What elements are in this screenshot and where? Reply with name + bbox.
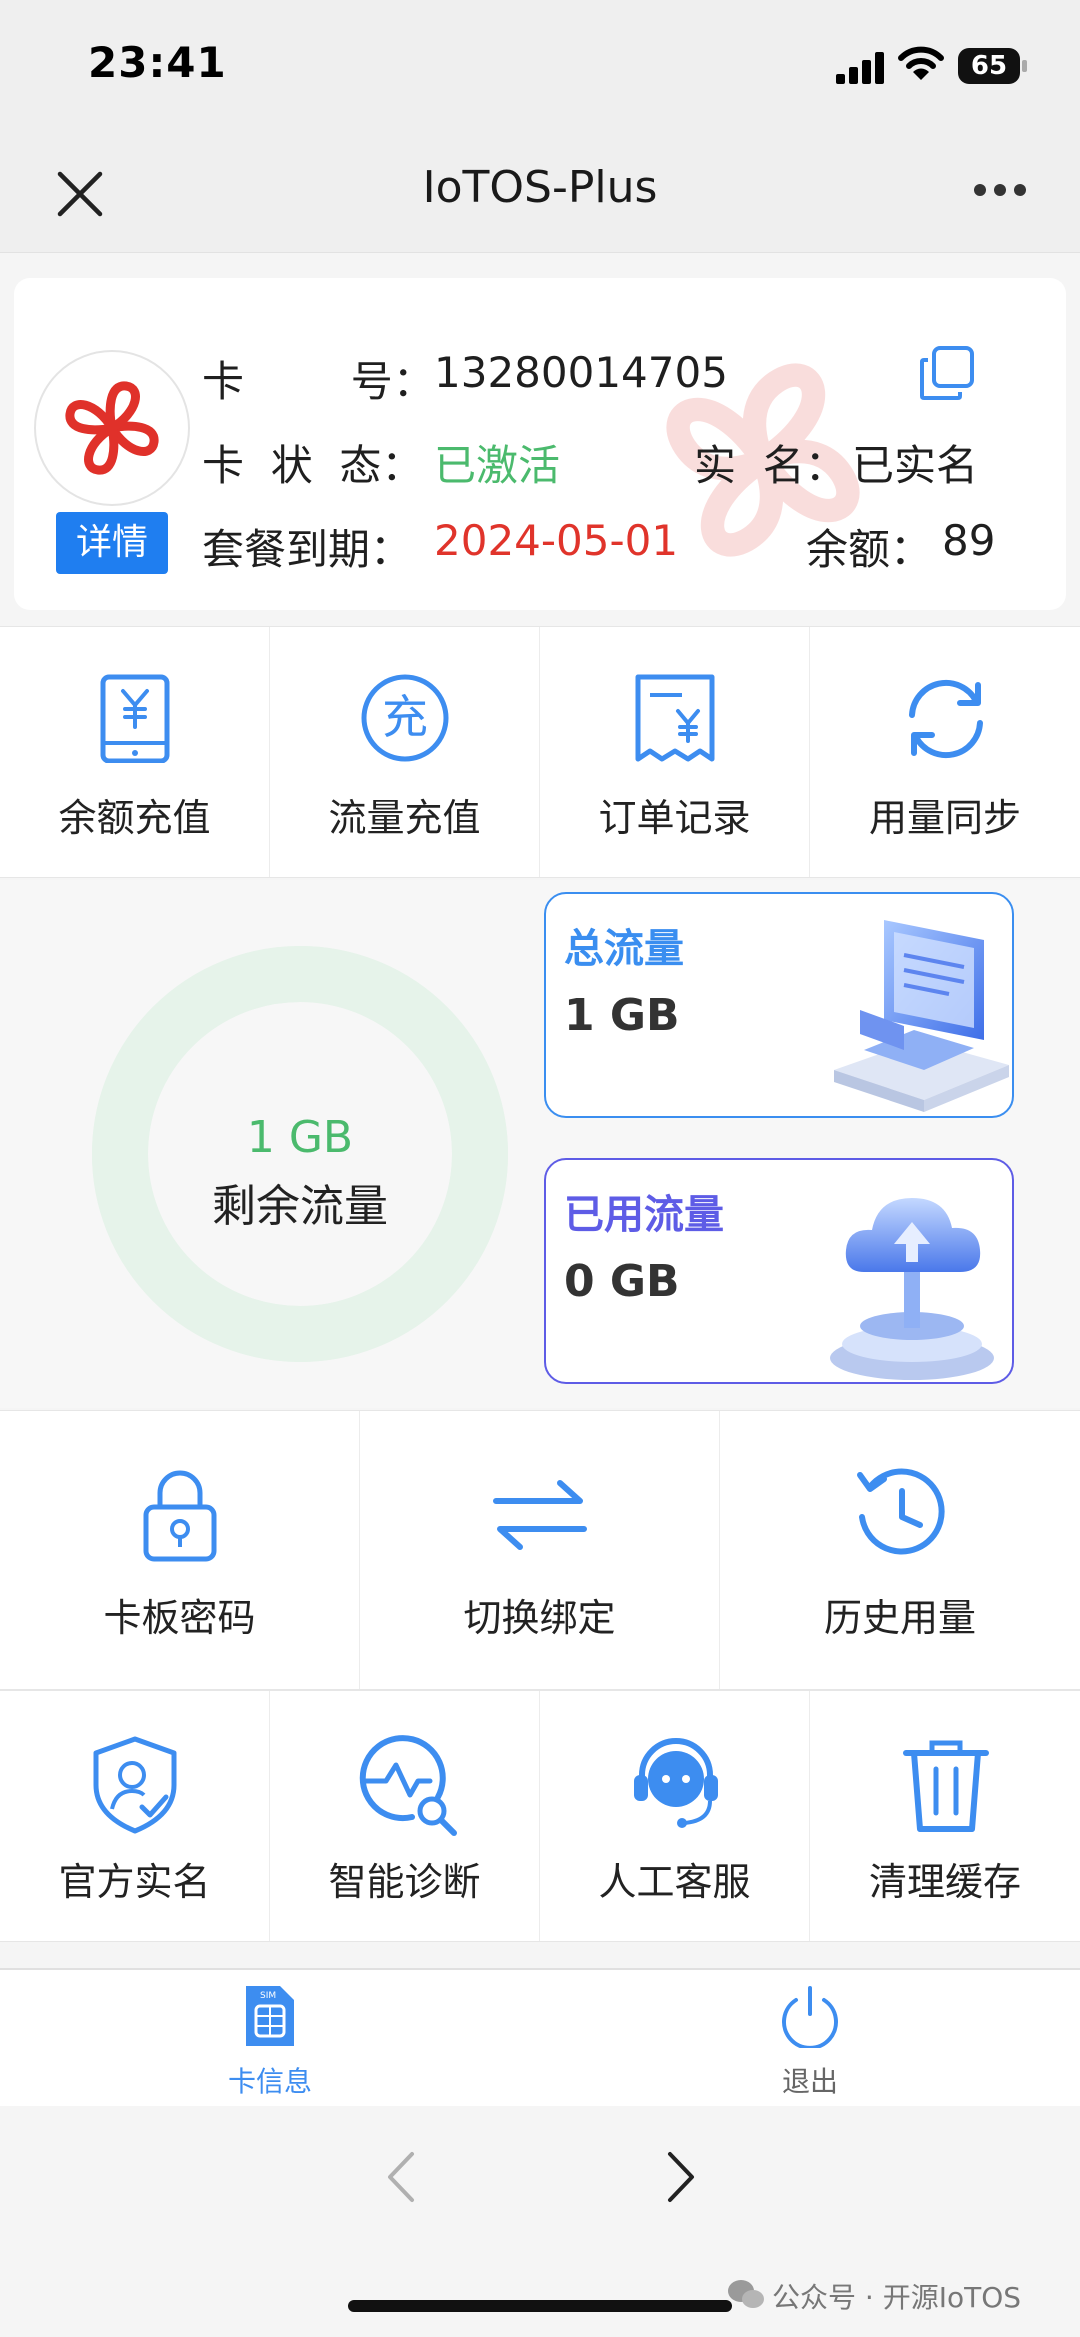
cloud-illustration-icon <box>830 1198 994 1380</box>
clear-cache-button[interactable]: 清理缓存 <box>810 1691 1080 1941</box>
sim-text: SIM <box>260 1991 276 2001</box>
used-traffic-title: 已用流量 <box>564 1192 724 1238</box>
copy-icon[interactable] <box>918 344 976 402</box>
lock-icon <box>143 1470 217 1562</box>
tab-card-info-label: 卡信息 <box>227 2065 312 2098</box>
expiry-value: 2024-05-01 <box>434 516 679 565</box>
power-icon <box>782 1986 838 2048</box>
expiry-label: 套餐到期： <box>202 525 413 574</box>
official-account-watermark: 公众号 · 开源IoTOS <box>772 2281 1022 2314</box>
quick-actions-row-2: 卡板密码 切换绑定 历史用量 <box>0 1410 1080 1690</box>
wifi-icon <box>898 46 944 80</box>
server-illustration-icon <box>834 920 1009 1112</box>
forward-chevron-icon[interactable] <box>664 2150 698 2204</box>
order-record-button[interactable]: 订单记录 <box>540 627 810 877</box>
used-traffic-value: 0 GB <box>564 1256 680 1307</box>
clear-cache-label: 清理缓存 <box>868 1860 1021 1904</box>
switch-binding-label: 切换绑定 <box>463 1596 616 1640</box>
board-password-label: 卡板密码 <box>103 1596 256 1640</box>
sim-card-icon: SIM <box>246 1986 294 2046</box>
remaining-traffic-label: 剩余流量 <box>212 1181 388 1232</box>
switch-binding-button[interactable]: 切换绑定 <box>360 1411 720 1689</box>
cellular-signal-icon <box>836 52 884 84</box>
official-realname-button[interactable]: 官方实名 <box>0 1691 270 1941</box>
battery-icon: 65 <box>958 48 1020 84</box>
total-traffic-value: 1 GB <box>564 990 680 1041</box>
page-title: IoTOS-Plus <box>422 162 658 213</box>
usage-sync-label: 用量同步 <box>868 796 1021 840</box>
sync-icon <box>909 679 983 759</box>
tab-logout[interactable]: 退出 <box>710 1982 910 2102</box>
carrier-logo <box>34 350 190 506</box>
remaining-traffic-value: 1 GB <box>246 1112 354 1163</box>
close-icon[interactable] <box>54 168 106 220</box>
home-indicator <box>348 2300 732 2312</box>
data-recharge-button[interactable]: 充 流量充值 <box>270 627 540 877</box>
data-recharge-icon: 充 <box>361 674 449 762</box>
balance-recharge-icon <box>100 674 170 763</box>
trash-icon <box>903 1740 989 1832</box>
verify-shield-icon <box>93 1736 177 1834</box>
board-password-button[interactable]: 卡板密码 <box>0 1411 360 1689</box>
quick-actions-row-3: 官方实名 智能诊断 人工客服 清理缓存 <box>0 1690 1080 1942</box>
status-time: 23:41 <box>88 38 227 87</box>
card-number-label: 卡 号： <box>202 357 435 406</box>
battery-tip <box>1022 60 1027 72</box>
balance-value: 89 <box>942 516 996 565</box>
card-status-label: 卡 状 态： <box>202 441 424 490</box>
usage-history-label: 历史用量 <box>823 1596 976 1640</box>
customer-service-button[interactable]: 人工客服 <box>540 1691 810 1941</box>
customer-service-label: 人工客服 <box>598 1860 751 1904</box>
tab-logout-label: 退出 <box>781 2065 838 2098</box>
usage-history-button[interactable]: 历史用量 <box>720 1411 1080 1689</box>
bottom-tab-bar <box>0 1968 1080 2108</box>
used-traffic-card: 已用流量 0 GB <box>544 1158 1014 1384</box>
quick-actions-row-1: 余额充值 充 流量充值 订单记录 用量同步 <box>0 626 1080 878</box>
wechat-icon <box>728 2280 764 2308</box>
tab-card-info[interactable]: SIM 卡信息 <box>170 1982 370 2102</box>
smart-diagnosis-label: 智能诊断 <box>328 1860 481 1904</box>
order-record-label: 订单记录 <box>598 796 751 840</box>
switch-icon <box>493 1480 587 1550</box>
order-record-icon <box>635 674 715 762</box>
balance-label: 余额： <box>806 525 933 574</box>
customer-service-icon <box>634 1738 718 1828</box>
more-icon[interactable] <box>972 182 1028 198</box>
total-traffic-title: 总流量 <box>564 926 684 972</box>
data-recharge-glyph: 充 <box>382 690 428 744</box>
smart-diagnosis-button[interactable]: 智能诊断 <box>270 1691 540 1941</box>
data-recharge-label: 流量充值 <box>328 796 481 840</box>
balance-recharge-label: 余额充值 <box>58 796 211 840</box>
usage-sync-button[interactable]: 用量同步 <box>810 627 1080 877</box>
diagnose-icon <box>359 1735 457 1836</box>
history-icon <box>857 1468 945 1555</box>
total-traffic-card: 总流量 1 GB <box>544 892 1014 1118</box>
card-status-value: 已激活 <box>434 441 561 490</box>
detail-button[interactable]: 详情 <box>56 512 168 574</box>
back-chevron-icon[interactable] <box>384 2150 418 2204</box>
realname-label: 实 名： <box>694 441 847 490</box>
balance-recharge-button[interactable]: 余额充值 <box>0 627 270 877</box>
card-number-value: 13280014705 <box>434 348 728 397</box>
china-unicom-logo-icon <box>65 381 159 475</box>
realname-value: 已实名 <box>852 441 979 490</box>
official-realname-label: 官方实名 <box>58 1860 211 1904</box>
